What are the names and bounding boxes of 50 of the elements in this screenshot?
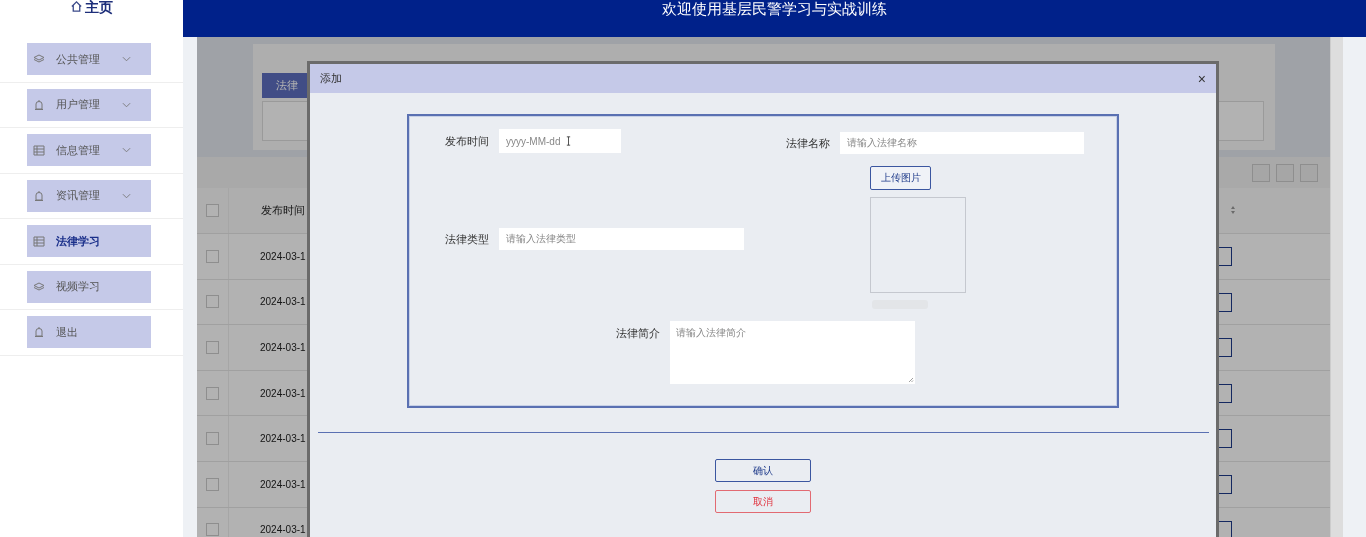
date-field[interactable]: yyyy-MM-dd: [499, 129, 621, 153]
sidebar-item[interactable]: 退出: [27, 316, 151, 348]
table-cell: 2024-03-1: [260, 524, 306, 536]
close-button[interactable]: ×: [1197, 70, 1206, 87]
field-label: 法律类型: [444, 231, 489, 247]
home-link[interactable]: 主页: [85, 0, 113, 14]
sidebar-item[interactable]: 用户管理: [27, 88, 151, 121]
bell-icon: [33, 189, 45, 202]
bell-icon: [33, 326, 45, 338]
dialog-title: 添加: [320, 71, 342, 86]
checkbox[interactable]: [206, 386, 219, 400]
checkbox[interactable]: [206, 249, 219, 263]
sort-icon[interactable]: [1230, 205, 1236, 215]
table-cell: 2024-03-1: [260, 296, 306, 308]
checkbox[interactable]: [206, 477, 219, 491]
sidebar-item[interactable]: 资讯管理: [27, 179, 151, 212]
table-cell: 2024-03-1: [260, 433, 306, 445]
table-cell: 2024-03-1: [260, 387, 306, 399]
text-cursor-icon: [566, 135, 571, 147]
layers-icon: [33, 53, 45, 65]
type-field[interactable]: 请输入法律类型: [499, 228, 744, 250]
field-label: 法律名称: [785, 135, 830, 151]
sidebar-item[interactable]: 公共管理: [27, 43, 151, 75]
scrollbar[interactable]: [1330, 37, 1343, 537]
page-title: 欢迎使用基层民警学习与实战训练: [662, 1, 887, 17]
sidebar-item[interactable]: 视频学习: [27, 270, 151, 303]
checkbox[interactable]: [206, 432, 219, 446]
sidebar-item[interactable]: 法律学习: [27, 225, 151, 257]
list-icon: [33, 144, 45, 156]
cancel-button[interactable]: 取消: [715, 490, 811, 513]
layers-icon: [33, 280, 45, 293]
checkbox[interactable]: [206, 341, 219, 354]
upload-button[interactable]: 上传图片: [870, 166, 931, 190]
table-cell: 2024-03-1: [260, 342, 306, 353]
list-icon: [33, 235, 45, 247]
confirm-button[interactable]: 确认: [715, 459, 811, 482]
table-cell: 2024-03-1: [260, 250, 306, 262]
column-header: 发布时间: [261, 203, 305, 218]
checkbox[interactable]: [206, 523, 219, 537]
bell-icon: [33, 98, 45, 111]
checkbox[interactable]: [206, 295, 219, 309]
checkbox[interactable]: [206, 204, 219, 217]
field-label: 发布时间: [444, 133, 489, 149]
name-field[interactable]: 请输入法律名称: [840, 132, 1084, 154]
home-icon: [70, 0, 83, 13]
table-cell: 2024-03-1: [260, 478, 306, 490]
intro-field[interactable]: 请输入法律简介: [670, 321, 915, 384]
sidebar-item[interactable]: 信息管理: [27, 134, 151, 166]
resize-handle-icon[interactable]: [908, 377, 914, 383]
field-label: 法律简介: [615, 326, 660, 341]
